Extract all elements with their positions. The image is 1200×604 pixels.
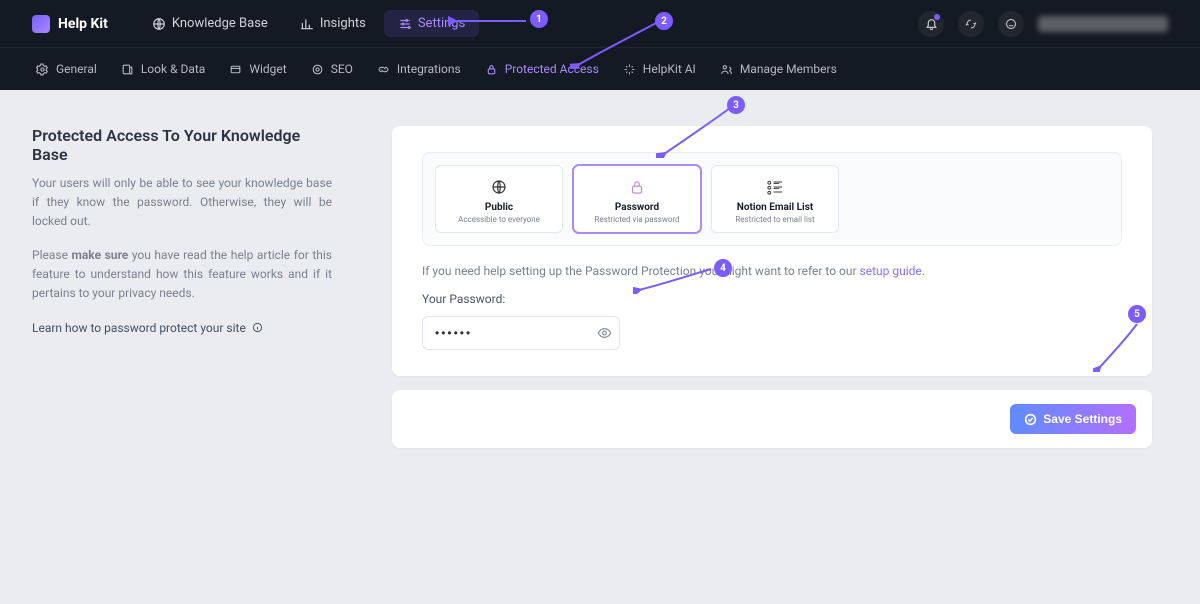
globe-icon — [490, 178, 508, 196]
option-password[interactable]: Password Restricted via password — [573, 165, 701, 233]
password-input[interactable] — [422, 316, 620, 350]
user-email-redacted[interactable] — [1038, 16, 1168, 32]
globe-icon — [152, 17, 166, 31]
users-icon — [720, 63, 733, 76]
subnav-general[interactable]: General — [36, 62, 97, 76]
save-settings-label: Save Settings — [1043, 412, 1122, 426]
smile-icon — [1005, 18, 1017, 30]
option-notion-sub: Restricted to email list — [718, 215, 832, 224]
brand[interactable]: Help Kit — [32, 15, 108, 33]
callout-5: 5 — [1128, 305, 1146, 323]
notifications-button[interactable] — [918, 11, 944, 37]
notification-dot — [934, 14, 940, 20]
subnav-helpkit-ai-label: HelpKit AI — [643, 62, 696, 76]
nav-settings[interactable]: Settings — [384, 10, 479, 37]
settings-subnav: General Look & Data Widget SEO Integrati… — [0, 48, 1200, 90]
callout-2: 2 — [655, 12, 673, 30]
subnav-integrations[interactable]: Integrations — [377, 62, 461, 76]
nav-insights-label: Insights — [320, 16, 366, 31]
sync-button[interactable] — [958, 11, 984, 37]
option-public-title: Public — [442, 202, 556, 213]
lock-icon — [485, 63, 498, 76]
option-password-title: Password — [580, 202, 694, 213]
desc-paragraph-2: Please make sure you have read the help … — [32, 246, 332, 304]
subnav-manage-members-label: Manage Members — [740, 62, 837, 76]
setup-guide-link[interactable]: setup guide — [860, 264, 922, 278]
option-notion-email[interactable]: Notion Email List Restricted to email li… — [711, 165, 839, 233]
subnav-seo[interactable]: SEO — [311, 62, 353, 76]
subnav-general-label: General — [56, 62, 97, 76]
sync-icon — [965, 18, 977, 30]
access-mode-chooser: Public Accessible to everyone Password R… — [422, 152, 1122, 246]
subnav-look-data-label: Look & Data — [141, 62, 206, 76]
subnav-seo-label: SEO — [331, 62, 353, 76]
info-icon — [252, 322, 263, 333]
gear-icon — [36, 63, 49, 76]
nav-settings-label: Settings — [418, 16, 465, 31]
subnav-helpkit-ai[interactable]: HelpKit AI — [623, 62, 696, 76]
subnav-protected-access-label: Protected Access — [505, 62, 599, 76]
subnav-integrations-label: Integrations — [397, 62, 461, 76]
option-notion-title: Notion Email List — [718, 202, 832, 213]
callout-1: 1 — [530, 10, 548, 28]
callout-3: 3 — [727, 96, 745, 114]
save-settings-button[interactable]: Save Settings — [1010, 404, 1136, 434]
main-nav: Knowledge Base Insights Settings — [138, 10, 479, 37]
sidebar-description: Protected Access To Your Knowledge Base … — [32, 126, 332, 448]
link-icon — [377, 63, 390, 76]
nav-knowledge-base[interactable]: Knowledge Base — [138, 10, 282, 37]
chart-icon — [300, 17, 314, 31]
option-password-sub: Restricted via password — [580, 215, 694, 224]
brand-name: Help Kit — [58, 16, 108, 32]
sparkle-icon — [623, 63, 636, 76]
subnav-widget-label: Widget — [249, 62, 286, 76]
password-label: Your Password: — [422, 292, 1122, 306]
setup-help-text: If you need help setting up the Password… — [422, 264, 1122, 278]
sliders-icon — [398, 17, 412, 31]
subnav-manage-members[interactable]: Manage Members — [720, 62, 837, 76]
option-public[interactable]: Public Accessible to everyone — [435, 165, 563, 233]
help-button[interactable] — [998, 11, 1024, 37]
eye-icon — [597, 326, 612, 341]
widget-icon — [229, 63, 242, 76]
palette-icon — [121, 63, 134, 76]
learn-more-link[interactable]: Learn how to password protect your site — [32, 321, 263, 335]
save-settings-panel: Save Settings — [392, 390, 1152, 448]
list-icon — [765, 179, 785, 195]
desc-paragraph-1: Your users will only be able to see your… — [32, 174, 332, 232]
subnav-widget[interactable]: Widget — [229, 62, 286, 76]
nav-insights[interactable]: Insights — [286, 10, 380, 37]
learn-more-label: Learn how to password protect your site — [32, 321, 246, 335]
nav-knowledge-base-label: Knowledge Base — [172, 16, 268, 31]
option-public-sub: Accessible to everyone — [442, 215, 556, 224]
page-title: Protected Access To Your Knowledge Base — [32, 126, 332, 164]
brand-icon — [32, 15, 50, 33]
access-settings-panel: Public Accessible to everyone Password R… — [392, 126, 1152, 376]
callout-4: 4 — [714, 259, 732, 277]
subnav-protected-access[interactable]: Protected Access — [485, 62, 599, 76]
target-icon — [311, 63, 324, 76]
subnav-look-data[interactable]: Look & Data — [121, 62, 206, 76]
lock-icon — [628, 178, 646, 196]
toggle-password-visibility[interactable] — [597, 326, 612, 341]
check-circle-icon — [1024, 413, 1037, 426]
